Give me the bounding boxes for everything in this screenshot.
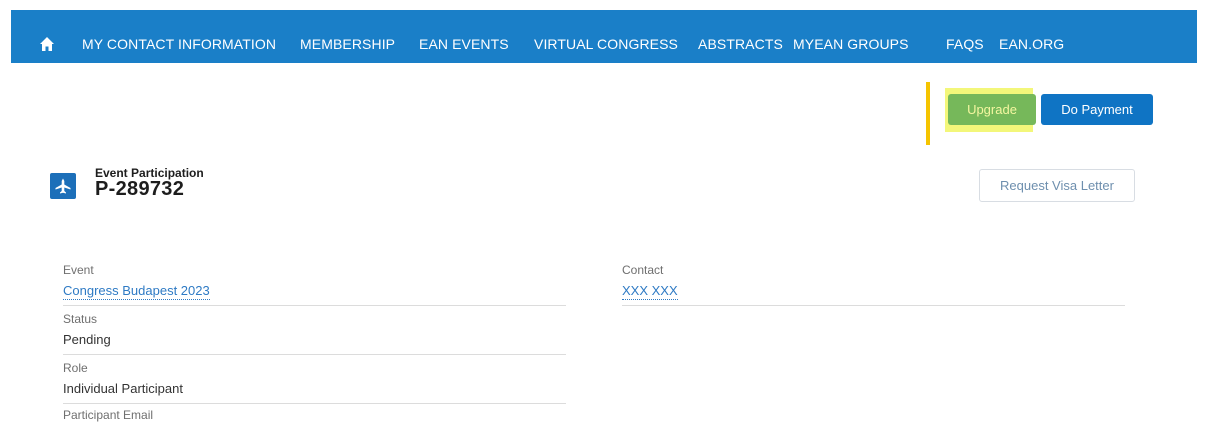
status-value: Pending [63, 332, 111, 347]
divider [63, 403, 566, 404]
highlight-marker [926, 82, 930, 145]
top-navigation-bar: MY CONTACT INFORMATION MEMBERSHIP EAN EV… [11, 10, 1197, 63]
request-visa-letter-button[interactable]: Request Visa Letter [979, 169, 1135, 202]
divider [63, 354, 566, 355]
nav-item-virtual-congress[interactable]: VIRTUAL CONGRESS [534, 36, 678, 52]
contact-link[interactable]: XXX XXX [622, 283, 678, 300]
divider [622, 305, 1125, 306]
contact-label: Contact [622, 263, 664, 277]
participant-email-label: Participant Email [63, 408, 154, 422]
event-link[interactable]: Congress Budapest 2023 [63, 283, 210, 300]
role-label: Role [63, 361, 88, 375]
status-label: Status [63, 312, 98, 326]
event-icon [50, 173, 76, 199]
upgrade-button[interactable]: Upgrade [948, 94, 1036, 125]
home-icon[interactable] [39, 36, 55, 52]
role-value: Individual Participant [63, 381, 183, 396]
divider [63, 305, 566, 306]
nav-item-faqs[interactable]: FAQS [946, 36, 984, 52]
nav-item-membership[interactable]: MEMBERSHIP [300, 36, 395, 52]
nav-item-ean-org[interactable]: EAN.ORG [999, 36, 1064, 52]
nav-item-myean-groups[interactable]: MYEAN GROUPS [793, 36, 909, 52]
nav-item-my-contact-information[interactable]: MY CONTACT INFORMATION [82, 36, 276, 52]
nav-item-abstracts[interactable]: ABSTRACTS [698, 36, 783, 52]
do-payment-button[interactable]: Do Payment [1041, 94, 1153, 125]
event-label: Event [63, 263, 94, 277]
nav-item-ean-events[interactable]: EAN EVENTS [419, 36, 509, 52]
record-name: P-289732 [95, 178, 185, 200]
